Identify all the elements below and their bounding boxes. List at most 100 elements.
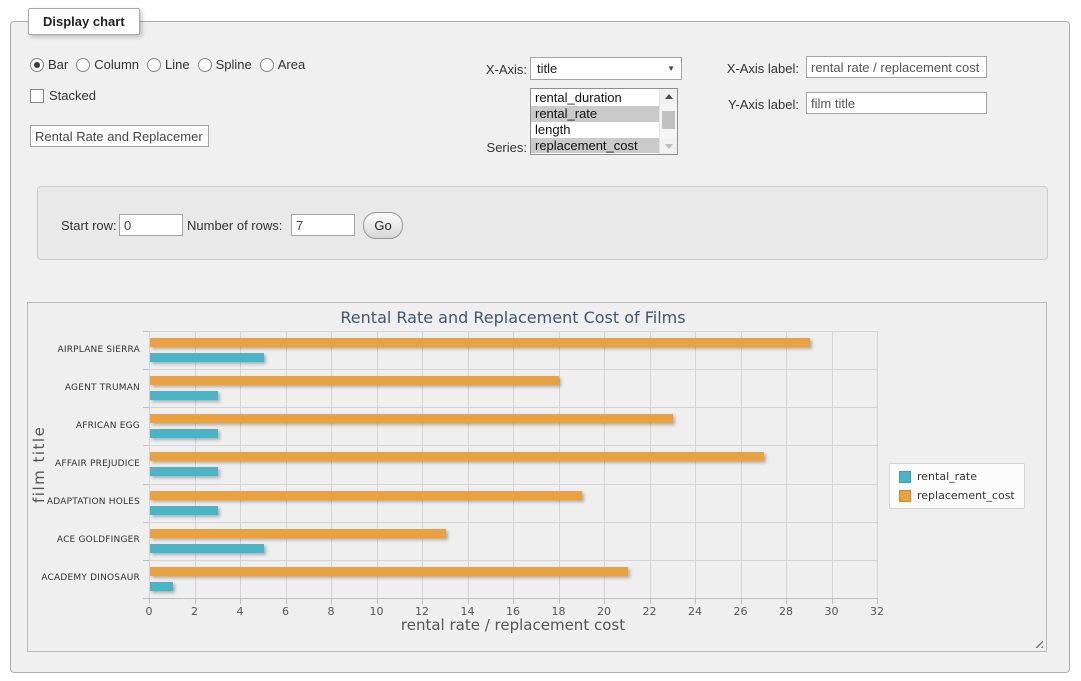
radio-column[interactable] — [76, 58, 90, 72]
go-button[interactable]: Go — [363, 212, 403, 239]
legend-label-replacement_cost: replacement_cost — [917, 489, 1015, 502]
grid-line-vertical — [559, 331, 560, 598]
legend-label-rental_rate: rental_rate — [917, 470, 977, 483]
series-scrollbar[interactable] — [659, 89, 677, 154]
legend-item-replacement_cost[interactable]: replacement_cost — [899, 489, 1015, 502]
y-axis-caption-label: Y-Axis label: — [712, 97, 799, 112]
bar-replacement_cost — [150, 491, 582, 500]
radio-line[interactable] — [147, 58, 161, 72]
chart-title-input[interactable] — [30, 125, 209, 147]
stacked-label[interactable]: Stacked — [49, 88, 96, 103]
grid-line-vertical — [832, 331, 833, 598]
y-axis-caption-input[interactable] — [806, 92, 987, 114]
y-tick-mark — [143, 331, 149, 332]
series-option-rental_rate[interactable]: rental_rate — [531, 106, 660, 122]
y-tick-mark — [143, 484, 149, 485]
x-tick-label: 0 — [134, 605, 164, 618]
bar-rental_rate — [150, 391, 218, 400]
chart-type-bar: Bar — [30, 57, 68, 72]
grid-line-vertical — [741, 331, 742, 598]
category-label: ADAPTATION HOLES — [28, 497, 140, 507]
x-axis-caption-input[interactable] — [806, 56, 987, 78]
series-option-length[interactable]: length — [531, 122, 660, 138]
grid-line-vertical — [695, 331, 696, 598]
grid-line-vertical — [468, 331, 469, 598]
bar-replacement_cost — [150, 529, 446, 538]
category-label: ACADEMY DINOSAUR — [28, 573, 140, 583]
fieldset-legend: Display chart — [28, 8, 140, 35]
x-tick-label: 16 — [498, 605, 528, 618]
scroll-down-button[interactable] — [660, 139, 677, 154]
row-controls-panel: Start row: Number of rows: Go — [37, 186, 1048, 260]
series-options: rental_durationrental_ratelengthreplacem… — [531, 90, 660, 153]
legend-item-rental_rate[interactable]: rental_rate — [899, 470, 1015, 483]
grid-line-horizontal — [149, 560, 877, 561]
bar-replacement_cost — [150, 567, 628, 576]
number-of-rows-label: Number of rows: — [187, 218, 287, 233]
start-row-input[interactable] — [119, 214, 183, 236]
x-axis-line — [149, 598, 878, 599]
x-tick-label: 28 — [771, 605, 801, 618]
grid-line-horizontal — [149, 522, 877, 523]
series-option-rental_duration[interactable]: rental_duration — [531, 90, 660, 106]
category-label: AFFAIR PREJUDICE — [28, 459, 140, 469]
x-tick-label: 18 — [544, 605, 574, 618]
x-tick-label: 4 — [225, 605, 255, 618]
resize-grip[interactable] — [1032, 637, 1043, 648]
x-axis-label: X-Axis: — [455, 62, 527, 77]
number-of-rows-input[interactable] — [291, 214, 355, 236]
radio-bar[interactable] — [30, 58, 44, 72]
bar-rental_rate — [150, 429, 218, 438]
x-tick-label: 14 — [453, 605, 483, 618]
radio-area[interactable] — [260, 58, 274, 72]
x-axis-caption-label: X-Axis label: — [712, 61, 799, 76]
grid-line-vertical — [786, 331, 787, 598]
x-tick-label: 20 — [589, 605, 619, 618]
y-tick-mark — [143, 369, 149, 370]
radio-label-column[interactable]: Column — [94, 57, 139, 72]
x-axis-select[interactable]: title ▼ — [530, 57, 682, 80]
grid-line-vertical — [377, 331, 378, 598]
grid-line-vertical — [650, 331, 651, 598]
chevron-down-icon: ▼ — [667, 64, 675, 73]
grid-line-vertical — [604, 331, 605, 598]
y-tick-mark — [143, 522, 149, 523]
radio-label-spline[interactable]: Spline — [216, 57, 252, 72]
grid-line-horizontal — [149, 445, 877, 446]
x-tick-label: 2 — [180, 605, 210, 618]
radio-label-bar[interactable]: Bar — [48, 57, 68, 72]
radio-spline[interactable] — [198, 58, 212, 72]
grid-line-horizontal — [149, 369, 877, 370]
category-label: AIRPLANE SIERRA — [28, 345, 140, 355]
x-tick-label: 6 — [271, 605, 301, 618]
chart-legend: rental_rate replacement_cost — [889, 463, 1025, 509]
series-option-replacement_cost[interactable]: replacement_cost — [531, 138, 660, 153]
bar-rental_rate — [150, 582, 173, 591]
series-label: Series: — [455, 140, 527, 155]
stacked-row: Stacked — [30, 88, 96, 103]
radio-label-area[interactable]: Area — [278, 57, 305, 72]
chart: Rental Rate and Replacement Cost of Film… — [27, 302, 1047, 652]
bar-rental_rate — [150, 353, 264, 362]
scrollbar-thumb[interactable] — [662, 111, 675, 129]
bar-rental_rate — [150, 506, 218, 515]
x-tick-label: 30 — [817, 605, 847, 618]
grid-line-vertical — [331, 331, 332, 598]
arrow-up-icon — [665, 94, 673, 99]
arrow-down-icon — [665, 144, 673, 149]
grid-line-horizontal — [149, 331, 877, 332]
category-label: AGENT TRUMAN — [28, 383, 140, 393]
page: { "icons": { "select_arrow": "▼" }, "col… — [0, 0, 1081, 681]
x-tick-label: 24 — [680, 605, 710, 618]
radio-label-line[interactable]: Line — [165, 57, 190, 72]
category-label: ACE GOLDFINGER — [28, 535, 140, 545]
x-axis-title: rental rate / replacement cost — [149, 616, 877, 634]
scroll-up-button[interactable] — [660, 89, 677, 104]
bar-replacement_cost — [150, 376, 559, 385]
x-tick-label: 12 — [407, 605, 437, 618]
grid-line-vertical — [877, 331, 878, 598]
x-tick-label: 26 — [726, 605, 756, 618]
legend-swatch-replacement_cost — [899, 490, 911, 502]
stacked-checkbox[interactable] — [30, 89, 44, 103]
y-tick-mark — [143, 407, 149, 408]
